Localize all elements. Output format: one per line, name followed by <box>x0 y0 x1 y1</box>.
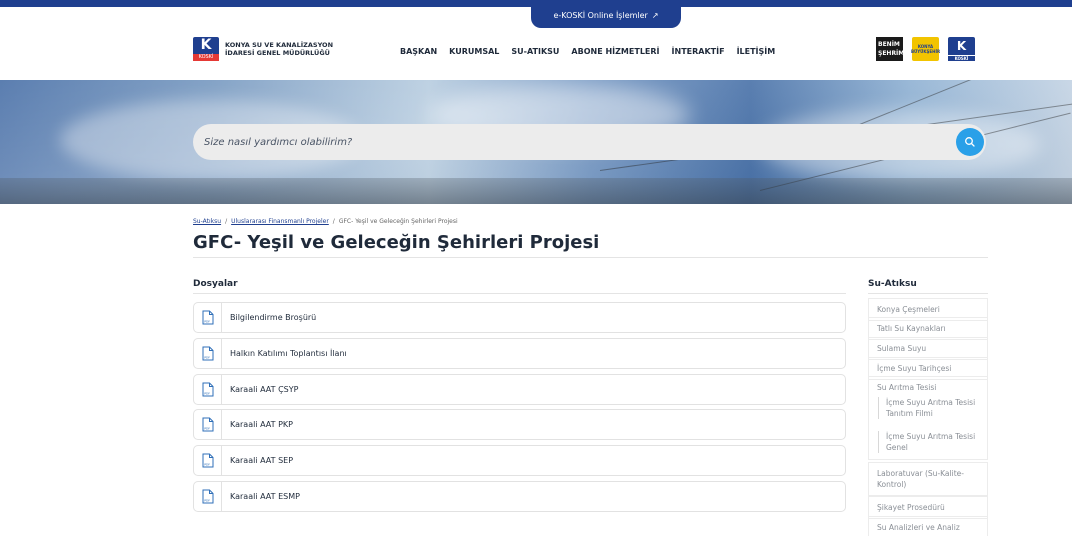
svg-text:PDF: PDF <box>204 499 210 503</box>
file-label: Karaali AAT ESMP <box>230 492 300 501</box>
sidebar-divider <box>868 293 988 294</box>
nav-item-abone-hizmetleri[interactable]: ABONE HİZMETLERİ <box>571 47 659 56</box>
sidebar-subitem-tanitim-filmi[interactable]: İçme Suyu Arıtma Tesisi Tanıtım Filmi <box>878 397 988 419</box>
pdf-icon: PDF <box>194 375 222 404</box>
svg-text:PDF: PDF <box>204 356 210 360</box>
search-icon <box>965 137 975 147</box>
file-label: Bilgilendirme Broşürü <box>230 313 317 322</box>
nav-item-kurumsal[interactable]: KURUMSAL <box>449 47 499 56</box>
konya-buyuksehir-logo[interactable]: KONYA BÜYÜKŞEHİR <box>911 37 940 61</box>
search-placeholder: Size nasıl yardımcı olabilirim? <box>204 136 353 148</box>
svg-text:PDF: PDF <box>204 392 210 396</box>
nav-item-interaktif[interactable]: İNTERAKTİF <box>672 47 725 56</box>
breadcrumb-current: GFC- Yeşil ve Geleceğin Şehirleri Projes… <box>338 218 458 225</box>
page-title: GFC- Yeşil ve Geleceğin Şehirleri Projes… <box>193 232 600 253</box>
svg-text:PDF: PDF <box>204 427 210 431</box>
e-koski-online-button[interactable]: e-KOSKİ Online İşlemler ↗ <box>531 2 681 28</box>
pdf-icon: PDF <box>194 339 222 368</box>
sidebar-heading: Su-Atıksu <box>868 279 917 289</box>
file-label: Karaali AAT ÇSYP <box>230 385 299 394</box>
svg-text:PDF: PDF <box>204 320 210 324</box>
sidebar-subitem-genel[interactable]: İçme Suyu Arıtma Tesisi Genel <box>878 431 988 453</box>
breadcrumb-link-uluslararasi[interactable]: Uluslararası Finansmanlı Projeler <box>231 218 329 225</box>
koski-logo[interactable]: K KOSKİ KONYA SU VE KANALİZASYON İDARESİ… <box>193 37 333 61</box>
koski-logo-mark: K KOSKİ <box>193 37 219 61</box>
search-button[interactable] <box>956 128 984 156</box>
koski-small-logo[interactable]: K KOSKİ <box>948 37 975 61</box>
external-link-icon: ↗ <box>651 10 659 20</box>
partner-logos: BENİM ŞEHRİM KONYA BÜYÜKŞEHİR K KOSKİ <box>876 37 975 61</box>
file-row[interactable]: PDF Karaali AAT PKP <box>193 409 846 440</box>
sidebar-item-laboratuvar[interactable]: Laboratuvar (Su-Kalite-Kontrol) <box>868 462 988 496</box>
main-nav: BAŞKAN KURUMSAL SU-ATIKSU ABONE HİZMETLE… <box>400 47 775 56</box>
nav-item-iletisim[interactable]: İLETİŞİM <box>737 47 776 56</box>
files-divider <box>193 293 846 294</box>
svg-text:PDF: PDF <box>204 463 210 467</box>
title-divider <box>193 257 988 258</box>
pdf-icon: PDF <box>194 482 222 511</box>
benim-sehrim-logo[interactable]: BENİM ŞEHRİM <box>876 37 904 61</box>
file-label: Halkın Katılımı Toplantısı İlanı <box>230 349 347 358</box>
file-row[interactable]: PDF Karaali AAT ESMP <box>193 481 846 512</box>
koski-logo-text: KONYA SU VE KANALİZASYON İDARESİ GENEL M… <box>225 41 334 57</box>
search-input[interactable]: Size nasıl yardımcı olabilirim? <box>193 124 986 160</box>
file-row[interactable]: PDF Karaali AAT ÇSYP <box>193 374 846 405</box>
nav-item-su-atiksu[interactable]: SU-ATIKSU <box>511 47 559 56</box>
e-koski-label: e-KOSKİ Online İşlemler <box>553 10 648 20</box>
nav-item-baskan[interactable]: BAŞKAN <box>400 47 437 56</box>
pdf-icon: PDF <box>194 303 222 332</box>
pdf-icon: PDF <box>194 446 222 475</box>
file-row[interactable]: PDF Halkın Katılımı Toplantısı İlanı <box>193 338 846 369</box>
files-heading: Dosyalar <box>193 279 238 289</box>
pdf-icon: PDF <box>194 410 222 439</box>
breadcrumb: Su-Atıksu / Uluslararası Finansmanlı Pro… <box>193 218 458 225</box>
breadcrumb-link-su-atiksu[interactable]: Su-Atıksu <box>193 218 221 225</box>
file-row[interactable]: PDF Bilgilendirme Broşürü <box>193 302 846 333</box>
file-label: Karaali AAT SEP <box>230 456 294 465</box>
sidebar-item-su-analizleri[interactable]: Su Analizleri ve Analiz <box>868 516 988 536</box>
file-row[interactable]: PDF Karaali AAT SEP <box>193 445 846 476</box>
file-label: Karaali AAT PKP <box>230 420 293 429</box>
